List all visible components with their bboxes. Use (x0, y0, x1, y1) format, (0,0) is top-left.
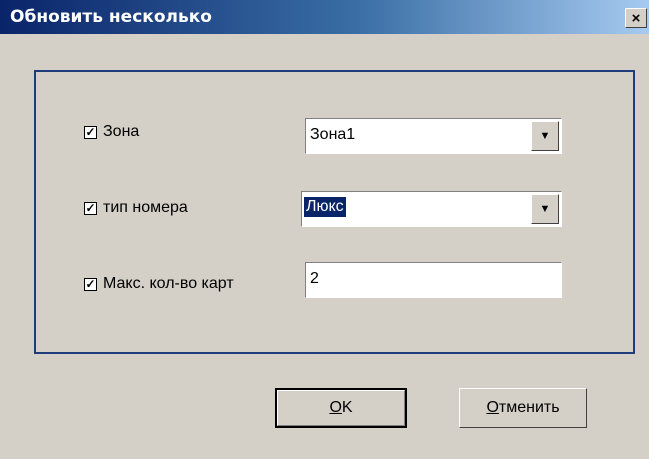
ok-button[interactable]: OK (275, 388, 407, 428)
checkmark-icon: ✓ (85, 277, 96, 291)
max-cards-input[interactable]: 2 (305, 262, 562, 298)
room-type-dropdown-button[interactable]: ▼ (531, 194, 559, 224)
checkmark-icon: ✓ (85, 125, 96, 139)
max-cards-checkbox[interactable]: ✓ (84, 277, 97, 291)
close-icon: × (631, 9, 641, 27)
max-cards-label: Макс. кол-во карт (103, 275, 234, 292)
zone-label: Зона (103, 123, 140, 140)
checkmark-icon: ✓ (85, 201, 96, 215)
cancel-button[interactable]: Отменить (459, 388, 587, 428)
close-button[interactable]: × (625, 8, 647, 28)
max-cards-value: 2 (310, 270, 319, 287)
room-type-dropdown-value: Люкс (303, 196, 347, 218)
zone-dropdown-button[interactable]: ▼ (531, 121, 559, 151)
chevron-down-icon: ▼ (539, 130, 551, 142)
zone-dropdown[interactable]: Зона1 ▼ (305, 118, 562, 154)
ok-button-face: OK (277, 390, 405, 426)
zone-checkbox-row[interactable]: ✓ Зона (84, 123, 139, 141)
ok-label: OK (329, 399, 353, 416)
chevron-down-icon: ▼ (539, 203, 551, 215)
room-type-checkbox-row[interactable]: ✓ тип номера (84, 199, 188, 217)
room-type-checkbox[interactable]: ✓ (84, 201, 97, 215)
title-bar: Обновить несколько × (0, 0, 649, 34)
room-type-label: тип номера (103, 199, 188, 216)
room-type-dropdown[interactable]: Люкс ▼ (301, 191, 562, 227)
window-title: Обновить несколько (10, 7, 212, 27)
max-cards-checkbox-row[interactable]: ✓ Макс. кол-во карт (84, 275, 234, 293)
zone-dropdown-value: Зона1 (310, 126, 356, 143)
cancel-label: Отменить (486, 399, 560, 416)
zone-checkbox[interactable]: ✓ (84, 125, 97, 139)
